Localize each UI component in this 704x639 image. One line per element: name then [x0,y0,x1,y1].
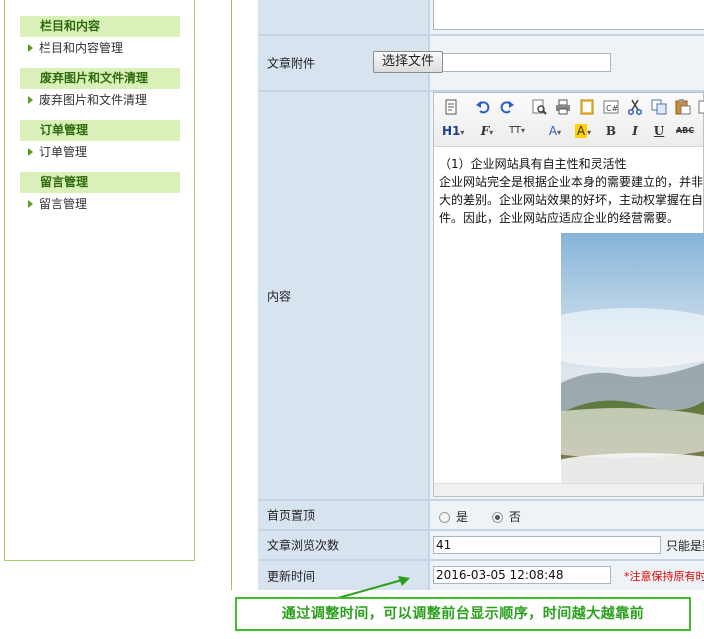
redo-icon[interactable] [498,99,516,117]
sidebar-section-cleanup: 废弃图片和文件清理 废弃图片和文件清理 [20,68,180,111]
form-row-attachment: 文章附件 [258,36,704,90]
sidebar-item-orders[interactable]: 订单管理 [20,141,180,163]
radio-group: 是 否 [439,508,521,525]
copy-icon[interactable] [650,99,668,117]
sidebar-section-orders: 订单管理 订单管理 [20,120,180,163]
views-input[interactable]: 41 [433,536,661,554]
sidebar-item-label: 栏目和内容管理 [39,41,124,55]
caret-right-icon [28,43,33,52]
rich-text-editor[interactable]: C# H1▾ F▾ TT▾ A▾ A ▾ B I U ABC （1）企业网站具有自… [433,92,704,497]
homepage-top-label: 首页置顶 [267,508,316,523]
form-value-cell: 41 [430,531,704,559]
more-icon[interactable] [698,99,704,117]
chevron-down-icon: ▾ [557,128,562,137]
caret-right-icon [28,199,33,208]
radio-no-label[interactable]: 否 [509,510,521,524]
heading-dropdown[interactable]: H1▾ [442,122,466,140]
strikethrough-button[interactable]: ABC [674,122,696,140]
update-time-label: 更新时间 [267,569,316,583]
editor-content[interactable]: （1）企业网站具有自主性和灵活性 企业网站完全是根据企业本身的需要建立的，并非 … [439,155,704,227]
svg-text:C#: C# [606,104,619,113]
landscape-image[interactable] [561,233,704,483]
content-paragraph: 大的差别。企业网站效果的好坏，主动权掌握在自 [439,193,704,207]
content-paragraph: 件。因此，企业网站应适应企业的经营需要。 [439,211,680,225]
views-label: 文章浏览次数 [267,538,340,553]
form-row-top [258,0,704,34]
chevron-down-icon: ▾ [460,128,465,137]
sidebar-section-title[interactable]: 栏目和内容 [20,16,180,37]
sidebar-section-title[interactable]: 留言管理 [20,172,180,193]
font-family-dropdown[interactable]: F▾ [476,122,498,140]
update-time-input[interactable]: 2016-03-05 12:08:48 [433,566,611,584]
chevron-down-icon: ▾ [521,126,526,135]
heading-label: H1 [442,124,461,138]
radio-yes-label[interactable]: 是 [456,510,468,524]
update-time-note: *注意保持原有时 [624,570,704,583]
divider [231,0,232,590]
form-value [430,0,704,34]
content-paragraph: 企业网站完全是根据企业本身的需要建立的，并非 [439,175,704,189]
sidebar-item-label: 废弃图片和文件清理 [39,93,148,107]
attachment-label: 文章附件 [267,56,316,71]
backcolor-button[interactable]: A ▾ [572,122,594,140]
chevron-down-icon: ▾ [489,127,494,137]
forecolor-label: A [548,124,558,138]
views-hint: 只能是数 [666,539,704,553]
choose-file-button[interactable]: 选择文件 [373,51,443,73]
content-label: 内容 [267,289,292,303]
size-label: TT [508,125,522,136]
paste-icon[interactable] [674,99,692,117]
horizontal-scrollbar[interactable] [434,483,703,496]
radio-yes-circle[interactable] [439,512,450,523]
code-icon[interactable]: C# [602,99,620,117]
form-value-cell: 是 否 [430,501,704,529]
sidebar-section-messages: 留言管理 留言管理 [20,172,180,215]
form-label-cell: 文章浏览次数 [258,531,428,559]
radio-no-circle[interactable] [491,512,503,523]
sidebar-section-title[interactable]: 废弃图片和文件清理 [20,68,180,89]
form-row-views: 文章浏览次数 41 [258,531,704,559]
form-value-cell [430,36,704,90]
sidebar-section-columns: 栏目和内容 栏目和内容管理 [20,16,180,59]
content-paragraph: （1）企业网站具有自主性和灵活性 [439,157,627,171]
radio-yes[interactable]: 是 [439,510,468,524]
bold-button[interactable]: B [602,122,620,140]
chevron-down-icon: ▾ [587,128,592,137]
font-size-dropdown[interactable]: TT▾ [504,122,530,140]
form-row-homepage-top: 首页置顶 是 否 [258,501,704,529]
attachment-field[interactable] [433,53,611,72]
sidebar: 栏目和内容 栏目和内容管理 废弃图片和文件清理 废弃图片和文件清理 订单管理 订… [4,0,195,561]
sidebar-item-label: 订单管理 [39,145,88,159]
form-label-cell: 内容 [258,92,428,499]
undo-icon[interactable] [474,99,492,117]
annotation-callout: 通过调整时间，可以调整前台显示顺序，时间越大越靠前 [235,597,691,631]
sidebar-item-columns-content[interactable]: 栏目和内容管理 [20,37,180,59]
preview-icon[interactable] [530,99,548,117]
sidebar-item-label: 留言管理 [39,197,88,211]
caret-right-icon [28,95,33,104]
template-icon[interactable] [578,99,596,117]
editor-toolbar: C# H1▾ F▾ TT▾ A▾ A ▾ B I U ABC [434,93,704,147]
source-icon[interactable] [442,99,460,117]
cut-icon[interactable] [626,99,644,117]
form-label-cell: 首页置顶 [258,501,428,529]
sidebar-section-title[interactable]: 订单管理 [20,120,180,141]
print-icon[interactable] [554,99,572,117]
italic-button[interactable]: I [626,122,644,140]
radio-no[interactable]: 否 [491,510,521,524]
backcolor-label: A [574,124,588,138]
sidebar-item-cleanup[interactable]: 废弃图片和文件清理 [20,89,180,111]
caret-right-icon [28,147,33,156]
font-label: F [480,124,490,138]
underline-button[interactable]: U [650,122,668,140]
form-label [258,0,428,34]
forecolor-button[interactable]: A▾ [544,122,566,140]
sidebar-item-messages[interactable]: 留言管理 [20,193,180,215]
textarea-field[interactable] [433,0,704,30]
